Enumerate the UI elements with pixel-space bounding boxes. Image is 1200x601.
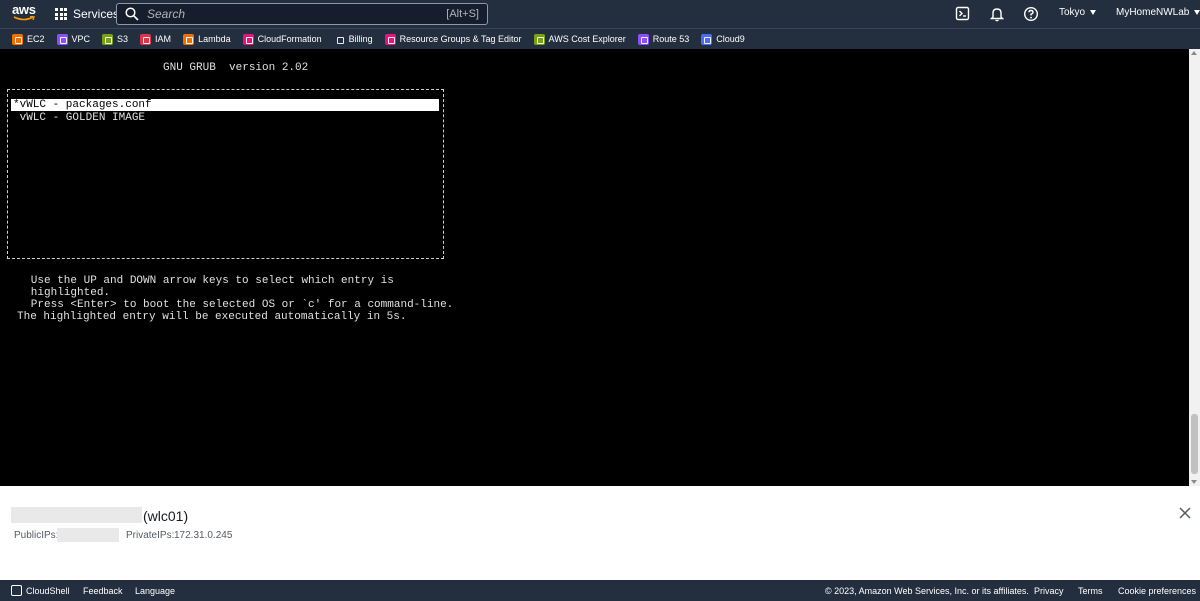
footer-cookie-preferences[interactable]: Cookie preferences: [1118, 586, 1196, 596]
serial-console-terminal[interactable]: GNU GRUB version 2.02 *vWLC - packages.c…: [0, 49, 1189, 486]
private-ips-label: PrivateIPs:: [126, 530, 175, 541]
favorite-label: Route 53: [652, 34, 690, 44]
search-icon: [125, 7, 139, 21]
aws-smile-icon: [13, 16, 35, 21]
route53-icon: [637, 33, 649, 45]
region-label: Tokyo: [1059, 7, 1086, 18]
favorite-iam[interactable]: IAM: [140, 29, 171, 49]
search-shortcut: [Alt+S]: [446, 8, 479, 20]
help-line: The highlighted entry will be executed a…: [17, 311, 407, 323]
bell-icon[interactable]: [989, 6, 1005, 22]
footer-feedback[interactable]: Feedback: [83, 586, 123, 596]
cost-explorer-icon: [533, 33, 545, 45]
top-navigation-bar: aws Services [Alt+S] Tokyo: [0, 0, 1200, 28]
favorites-bar: EC2 VPC S3 IAM Lambda CloudFormation Bil…: [0, 28, 1200, 49]
help-line: Use the UP and DOWN arrow keys to select…: [11, 275, 394, 287]
grub-entry[interactable]: vWLC - GOLDEN IMAGE: [11, 112, 439, 124]
scroll-up-icon[interactable]: [1191, 51, 1197, 55]
lambda-icon: [183, 33, 195, 45]
account-label: MyHomeNWLab: [1116, 7, 1190, 18]
help-icon[interactable]: [1023, 6, 1039, 22]
services-label: Services: [73, 7, 120, 21]
favorite-cloudformation[interactable]: CloudFormation: [242, 29, 322, 49]
iam-icon: [140, 33, 152, 45]
aws-logo-text: aws: [12, 2, 36, 17]
cloudshell-icon[interactable]: [955, 6, 971, 22]
private-ip-value: 172.31.0.245: [174, 530, 233, 541]
help-line: Press <Enter> to boot the selected OS or…: [11, 299, 454, 311]
footer-privacy[interactable]: Privacy: [1034, 586, 1064, 596]
region-selector[interactable]: Tokyo: [1059, 7, 1097, 18]
favorite-lambda[interactable]: Lambda: [183, 29, 231, 49]
scroll-down-icon[interactable]: [1191, 480, 1197, 484]
favorite-label: IAM: [155, 34, 172, 44]
resource-groups-icon: [384, 33, 396, 45]
services-grid-icon: [55, 8, 67, 20]
instance-name: (wlc01): [143, 508, 189, 524]
footer-language[interactable]: Language: [135, 586, 175, 596]
account-menu[interactable]: MyHomeNWLab: [1116, 7, 1200, 18]
services-button[interactable]: Services: [55, 4, 119, 24]
instance-info-panel: (wlc01) PublicIPs: PrivateIPs: 172.31.0.…: [0, 486, 1200, 580]
grub-menu-box: *vWLC - packages.conf vWLC - GOLDEN IMAG…: [7, 89, 444, 259]
favorite-label: S3: [117, 34, 129, 44]
help-line: highlighted.: [11, 287, 111, 299]
favorite-cost-explorer[interactable]: AWS Cost Explorer: [533, 29, 626, 49]
public-ips-label: PublicIPs:: [14, 530, 59, 541]
favorite-label: Resource Groups & Tag Editor: [399, 34, 522, 44]
footer-cloudshell[interactable]: CloudShell: [26, 586, 70, 596]
scrollbar-thumb[interactable]: [1191, 414, 1198, 474]
cloud9-icon: [701, 33, 713, 45]
favorite-s3[interactable]: S3: [102, 29, 128, 49]
vpc-icon: [56, 33, 68, 45]
caret-down-icon: [1194, 10, 1200, 15]
favorite-label: Lambda: [198, 34, 231, 44]
favorite-label: CloudFormation: [257, 34, 322, 44]
footer-terms[interactable]: Terms: [1078, 586, 1103, 596]
favorite-label: Cloud9: [716, 34, 745, 44]
caret-down-icon: [1090, 10, 1097, 15]
search-box[interactable]: [Alt+S]: [116, 3, 488, 25]
grub-title: GNU GRUB version 2.02: [163, 62, 309, 74]
ec2-icon: [12, 33, 23, 45]
favorite-vpc[interactable]: VPC: [56, 29, 91, 49]
favorite-label: VPC: [71, 34, 91, 44]
grub-entry-selected[interactable]: *vWLC - packages.conf: [11, 99, 439, 111]
cloudshell-icon[interactable]: [11, 585, 22, 596]
cloudformation-icon: [242, 33, 254, 45]
close-icon[interactable]: [1179, 507, 1191, 519]
search-input[interactable]: [147, 7, 447, 21]
favorite-ec2[interactable]: EC2: [12, 29, 45, 49]
favorite-billing[interactable]: Billing: [333, 29, 373, 49]
redacted-instance-id: [11, 507, 142, 523]
terminal-scrollbar[interactable]: [1189, 49, 1200, 486]
favorite-label: Billing: [348, 34, 373, 44]
favorite-label: AWS Cost Explorer: [548, 34, 626, 44]
aws-logo[interactable]: aws: [12, 3, 36, 25]
favorite-cloud9[interactable]: Cloud9: [701, 29, 745, 49]
footer-bar: CloudShell Feedback Language © 2023, Ama…: [0, 580, 1200, 601]
favorite-label: EC2: [27, 34, 45, 44]
footer-copyright: © 2023, Amazon Web Services, Inc. or its…: [825, 586, 1029, 596]
favorite-resource-groups[interactable]: Resource Groups & Tag Editor: [384, 29, 522, 49]
billing-icon: [333, 33, 345, 45]
redacted-public-ip: [57, 528, 119, 542]
favorite-route53[interactable]: Route 53: [637, 29, 690, 49]
s3-icon: [102, 33, 114, 45]
